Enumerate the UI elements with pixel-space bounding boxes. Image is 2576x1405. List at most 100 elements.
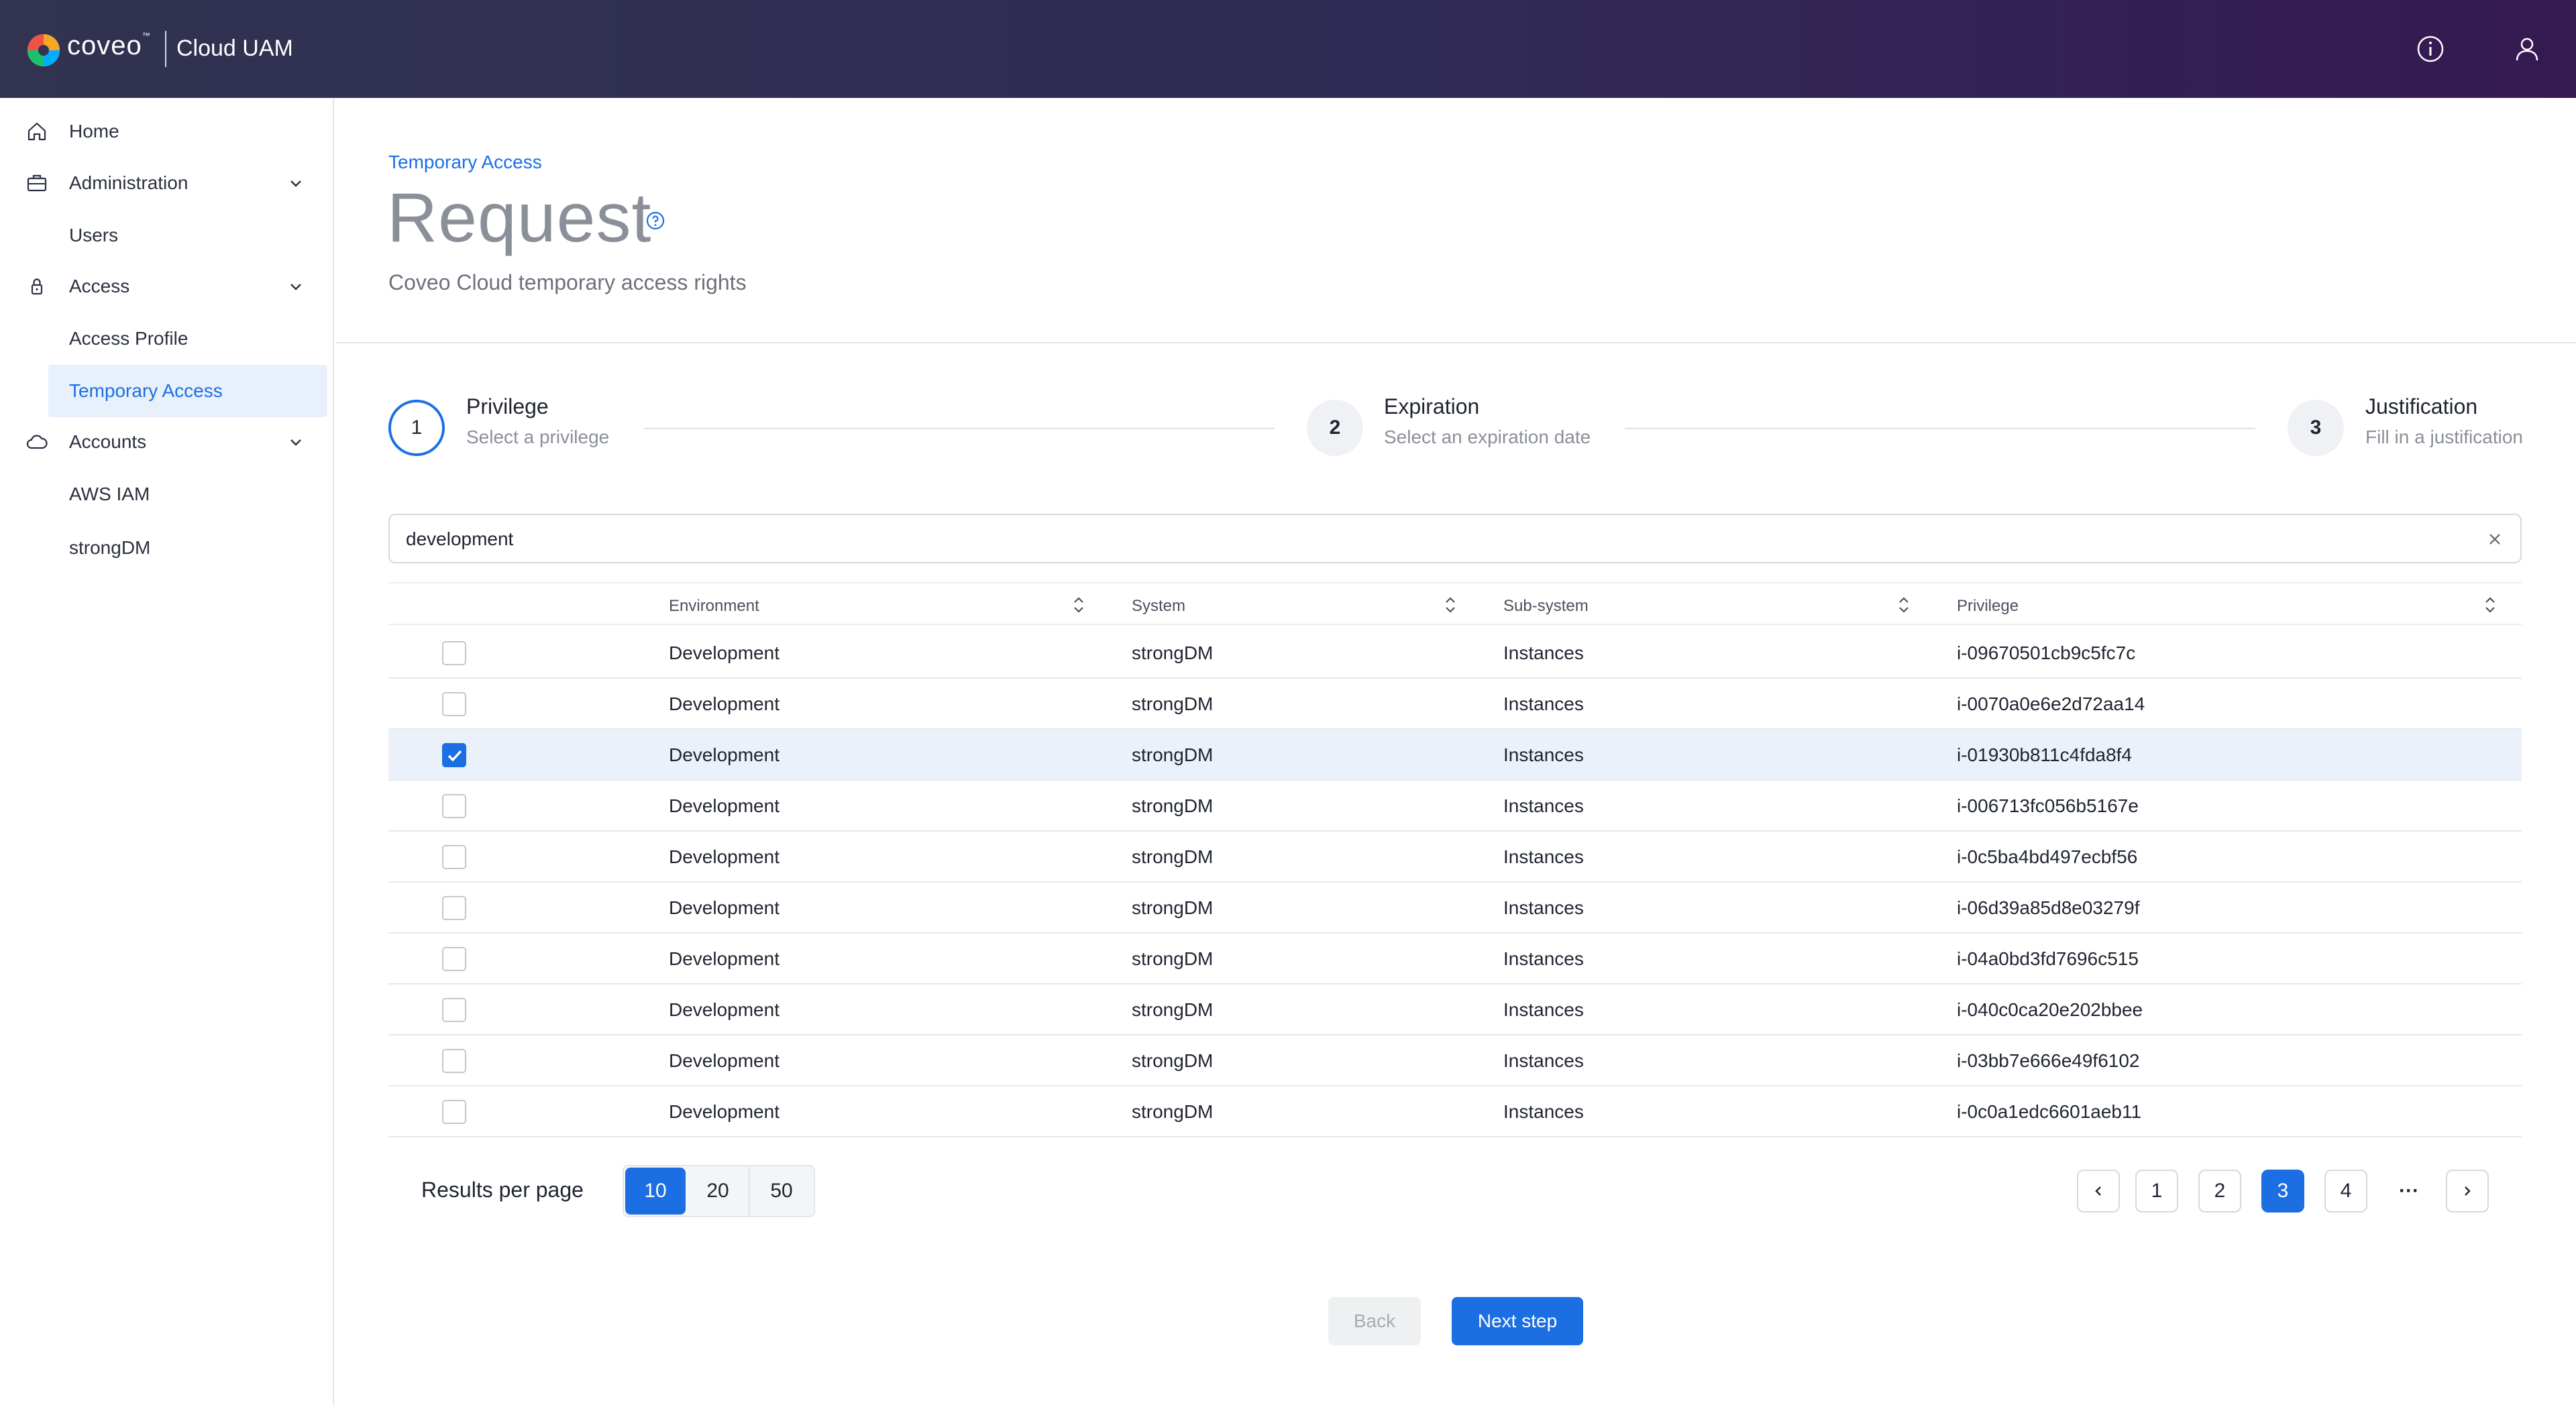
row-checkbox[interactable] [442,845,466,869]
per-page-option-10[interactable]: 10 [625,1168,686,1215]
sort-icon[interactable] [2481,594,2499,616]
cell-environment: Development [669,948,780,969]
column-header-subsystem[interactable]: Sub-system [1503,597,1589,616]
column-header-environment[interactable]: Environment [669,597,759,616]
cell-subsystem: Instances [1503,693,1584,714]
row-checkbox[interactable] [442,743,466,767]
coveo-logo-icon[interactable] [25,32,62,68]
info-icon[interactable] [2415,34,2446,64]
next-page-button[interactable] [2446,1170,2489,1213]
checkmark-icon [447,750,462,762]
page-button-1[interactable]: 1 [2135,1170,2178,1213]
chevron-right-icon [2465,1186,2471,1196]
page-button-4[interactable]: 4 [2324,1170,2367,1213]
cell-system: strongDM [1132,948,1214,969]
lock-icon [31,278,43,295]
home-icon [28,122,46,141]
sidebar-item-label: Temporary Access [69,380,223,401]
cell-subsystem: Instances [1503,795,1584,816]
sidebar-item-temporary-access[interactable]: Temporary Access [48,365,327,417]
row-checkbox[interactable] [442,896,466,920]
cell-environment: Development [669,897,780,918]
row-checkbox[interactable] [442,641,466,665]
cell-subsystem: Instances [1503,999,1584,1020]
cell-system: strongDM [1132,999,1214,1020]
search-input[interactable] [406,524,2472,554]
table-row[interactable]: Development strongDM Instances i-03bb7e666e… [388,1035,2522,1086]
cell-environment: Development [669,999,780,1020]
row-checkbox[interactable] [442,692,466,716]
results-per-page-label: Results per page [421,1178,584,1202]
sort-icon[interactable] [1070,594,1087,616]
cell-subsystem: Instances [1503,846,1584,867]
row-checkbox[interactable] [442,1100,466,1124]
table-header: Environment System Sub-system Privilege [388,582,2522,625]
table-row[interactable]: Development strongDM Instances i-04a0bd3fd7… [388,934,2522,985]
table-row[interactable]: Development strongDM Instances i-006713fc05… [388,781,2522,832]
sidebar-item-label: AWS IAM [69,484,150,504]
sidebar-item-aws-iam[interactable]: AWS IAM [0,468,334,520]
cell-environment: Development [669,1101,780,1122]
sidebar-item-label: Users [69,225,119,245]
table-row[interactable]: Development strongDM Instances i-040c0ca20e… [388,985,2522,1035]
per-page-option-20[interactable]: 20 [687,1166,750,1216]
cell-privilege: i-06d39a85d8e03279f [1957,897,2140,918]
previous-page-button[interactable] [2077,1170,2120,1213]
results-per-page-group: 10 20 50 [623,1165,815,1217]
table-row[interactable]: Development strongDM Instances i-0c5ba4bd49… [388,832,2522,883]
cell-subsystem: Instances [1503,948,1584,969]
cell-environment: Development [669,642,780,663]
sidebar-item-users[interactable]: Users [0,209,334,262]
cell-privilege: i-04a0bd3fd7696c515 [1957,948,2139,969]
cell-subsystem: Instances [1503,897,1584,918]
row-checkbox[interactable] [442,794,466,818]
row-checkbox[interactable] [442,947,466,971]
search-box[interactable] [388,514,2522,563]
sort-icon[interactable] [1442,594,1459,616]
sidebar-item-home[interactable]: Home [0,105,334,158]
cell-system: strongDM [1132,846,1214,867]
row-checkbox[interactable] [442,1049,466,1073]
cell-privilege: i-0c0a1edc6601aeb11 [1957,1101,2142,1122]
cell-subsystem: Instances [1503,744,1584,765]
table-row[interactable]: Development strongDM Instances i-0c0a1edc66… [388,1086,2522,1137]
next-step-button[interactable]: Next step [1452,1297,1583,1345]
page-button-3[interactable]: 3 [2261,1170,2304,1213]
cell-environment: Development [669,846,780,867]
sidebar-item-administration[interactable]: Administration [0,157,334,209]
sort-icon[interactable] [1895,594,1913,616]
user-icon[interactable] [2512,34,2542,64]
sidebar-item-label: Home [69,121,119,142]
close-icon[interactable] [2485,530,2504,549]
app-title: Cloud UAM [176,36,293,61]
row-checkbox[interactable] [442,998,466,1022]
briefcase-icon [27,174,47,192]
per-page-option-50[interactable]: 50 [750,1166,813,1216]
sidebar-item-strongdm[interactable]: strongDM [0,522,334,574]
cell-environment: Development [669,693,780,714]
page-button-2[interactable]: 2 [2198,1170,2241,1213]
sidebar-item-label: Access [69,276,130,296]
sidebar-item-access[interactable]: Access [0,260,334,313]
sidebar-item-access-profile[interactable]: Access Profile [0,313,334,365]
cell-system: strongDM [1132,1101,1214,1122]
cell-privilege: i-01930b811c4fda8f4 [1957,744,2133,765]
column-header-privilege[interactable]: Privilege [1957,597,2019,616]
brand-separator [165,31,166,67]
cell-subsystem: Instances [1503,642,1584,663]
sidebar: Home Administration Users Access Access … [0,98,334,1405]
table-row[interactable]: Development strongDM Instances i-06d39a85d8… [388,883,2522,934]
cell-privilege: i-03bb7e666e49f6102 [1957,1050,2140,1071]
chevron-down-icon[interactable] [286,277,305,296]
sidebar-item-label: Administration [69,172,189,193]
chevron-down-icon[interactable] [286,174,305,192]
table-row[interactable]: Development strongDM Instances i-01930b811c… [388,730,2522,781]
column-header-system[interactable]: System [1132,597,1185,616]
table-row[interactable]: Development strongDM Instances i-0070a0e6e2… [388,679,2522,730]
chevron-down-icon[interactable] [286,433,305,451]
table-row[interactable]: Development strongDM Instances i-09670501cb… [388,628,2522,679]
cell-system: strongDM [1132,1050,1214,1071]
sidebar-item-accounts[interactable]: Accounts [0,416,334,468]
back-button[interactable]: Back [1328,1297,1421,1345]
cloud-icon [26,435,48,449]
